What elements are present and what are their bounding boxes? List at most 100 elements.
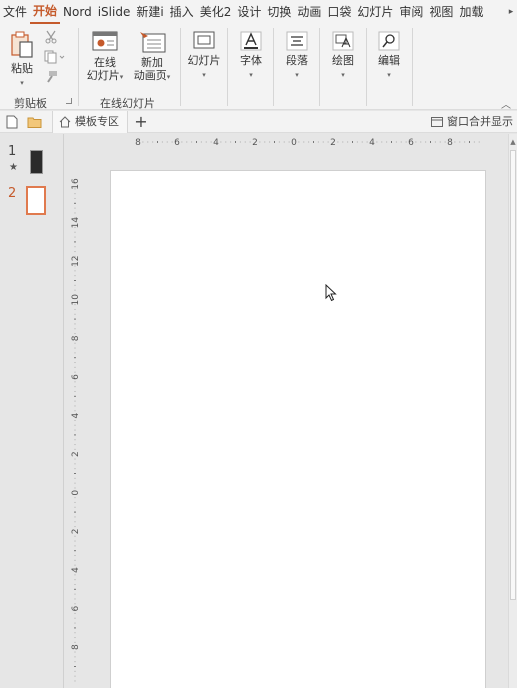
ruler-tick <box>74 419 76 421</box>
ruler-tick <box>74 564 76 566</box>
ruler-tick <box>74 458 76 460</box>
font-button[interactable]: 字体 ▾ <box>234 30 268 82</box>
editing-dropdown-icon[interactable]: ▾ <box>387 71 391 79</box>
online-slides-group-label: 在线幻灯片 <box>100 97 155 110</box>
ruler-tick <box>274 141 275 143</box>
ruler-tick <box>74 545 76 547</box>
editing-button[interactable]: 编辑 ▾ <box>372 30 406 82</box>
ruler-tick <box>74 540 76 542</box>
editing-label: 编辑 <box>378 54 400 67</box>
ruler-tick <box>308 141 310 143</box>
ruler-tick <box>200 141 202 143</box>
new-animation-page-button[interactable]: 新加 动画页▾ <box>130 30 174 84</box>
drawing-button[interactable]: 绘图 ▾ <box>326 30 360 82</box>
cut-icon[interactable] <box>44 30 58 44</box>
paste-button[interactable]: 粘贴 ▾ <box>6 30 38 90</box>
window-merge-icon <box>431 117 443 127</box>
slides-button[interactable]: 幻灯片 ▾ <box>186 30 222 82</box>
clipboard-launcher-icon[interactable] <box>66 98 72 104</box>
ruler-tick <box>381 141 383 143</box>
ruler-tick <box>74 304 76 306</box>
copy-icon[interactable] <box>44 50 66 64</box>
ruler-tick <box>74 559 76 561</box>
ruler-tick <box>352 141 353 143</box>
ruler-label: 2 <box>71 451 80 457</box>
paste-dropdown-icon[interactable]: ▾ <box>20 79 24 87</box>
tab-2[interactable]: Nord <box>60 0 95 24</box>
tab-0[interactable]: 文件 <box>0 0 30 24</box>
ruler-tick <box>74 289 76 291</box>
scroll-up-icon[interactable]: ▲ <box>509 138 517 146</box>
drawing-dropdown-icon[interactable]: ▾ <box>341 71 345 79</box>
vertical-scrollbar[interactable]: ▲ <box>508 134 517 688</box>
tab-9[interactable]: 动画 <box>294 0 324 24</box>
ruler-tick <box>74 386 76 388</box>
tab-13[interactable]: 视图 <box>426 0 456 24</box>
ruler-tick <box>74 617 76 619</box>
ruler-tick <box>74 390 76 392</box>
slide-thumbnail-2[interactable] <box>26 186 46 215</box>
tab-8[interactable]: 切换 <box>264 0 294 24</box>
paragraph-icon <box>286 31 308 51</box>
ruler-tick <box>74 497 76 499</box>
online-slides-dropdown-icon[interactable]: ▾ <box>120 73 124 81</box>
ruler-tick <box>74 424 76 426</box>
ruler-tick <box>74 448 76 450</box>
slide-thumbnail-1[interactable] <box>30 150 43 174</box>
tab-11[interactable]: 幻灯片 <box>354 0 396 24</box>
ruler-tick <box>469 141 470 143</box>
tab-7[interactable]: 设计 <box>234 0 264 24</box>
ruler-tick <box>444 141 446 143</box>
new-file-icon[interactable] <box>6 115 18 129</box>
new-animation-dropdown-icon[interactable]: ▾ <box>167 73 171 81</box>
ruler-tick <box>152 141 154 143</box>
ruler-label: 6 <box>174 138 180 147</box>
window-merge-button[interactable]: 窗口合并显示 <box>431 111 513 133</box>
slide-thumbnail-panel: 1 ★ 2 <box>0 134 64 688</box>
tab-1[interactable]: 开始 <box>30 0 61 24</box>
ruler-label: 16 <box>71 178 80 190</box>
tab-10[interactable]: 口袋 <box>324 0 354 24</box>
template-zone-tab[interactable]: 模板专区 <box>52 111 128 133</box>
tab-scroll-right-icon[interactable]: ▸ <box>505 0 517 24</box>
ruler-tick <box>239 141 241 143</box>
paragraph-label: 段落 <box>286 54 308 67</box>
ruler-tick <box>74 675 76 677</box>
collapse-ribbon-icon[interactable]: ︿ <box>501 96 511 111</box>
open-folder-icon[interactable] <box>27 116 42 128</box>
ruler-tick <box>313 141 314 143</box>
slide-page[interactable] <box>110 170 486 688</box>
tab-4[interactable]: 新建i <box>133 0 166 24</box>
slides-label: 幻灯片 <box>187 54 221 67</box>
ruler-tick <box>74 231 76 233</box>
tab-3[interactable]: iSlide <box>95 0 134 24</box>
ruler-label: 8 <box>447 138 453 147</box>
slides-icon <box>193 31 215 49</box>
slides-dropdown-icon[interactable]: ▾ <box>202 71 206 79</box>
ruler-tick <box>74 270 76 272</box>
ruler-tick <box>420 141 422 143</box>
online-slides-button[interactable]: 在线 幻灯片▾ <box>84 30 126 84</box>
font-dropdown-icon[interactable]: ▾ <box>249 71 253 79</box>
ruler-tick <box>74 680 76 682</box>
tab-14[interactable]: 加载 <box>456 0 486 24</box>
scrollbar-thumb[interactable] <box>510 150 516 600</box>
ruler-tick <box>259 141 261 143</box>
format-painter-icon[interactable] <box>44 70 58 84</box>
ruler-label: 6 <box>408 138 414 147</box>
new-tab-button[interactable]: + <box>130 111 152 133</box>
paragraph-dropdown-icon[interactable]: ▾ <box>295 71 299 79</box>
ruler-tick <box>161 141 163 143</box>
ruler-tick <box>225 141 227 143</box>
tab-6[interactable]: 美化2 <box>197 0 235 24</box>
ruler-label: 2 <box>330 138 336 147</box>
drawing-label: 绘图 <box>332 54 354 67</box>
ruler-tick <box>244 141 246 143</box>
ruler-tick <box>74 588 76 590</box>
ruler-tick <box>74 468 76 470</box>
tab-12[interactable]: 审阅 <box>396 0 426 24</box>
tab-5[interactable]: 插入 <box>167 0 197 24</box>
paragraph-button[interactable]: 段落 ▾ <box>280 30 314 82</box>
ribbon-separator <box>366 28 367 106</box>
ruler-tick <box>74 347 76 349</box>
